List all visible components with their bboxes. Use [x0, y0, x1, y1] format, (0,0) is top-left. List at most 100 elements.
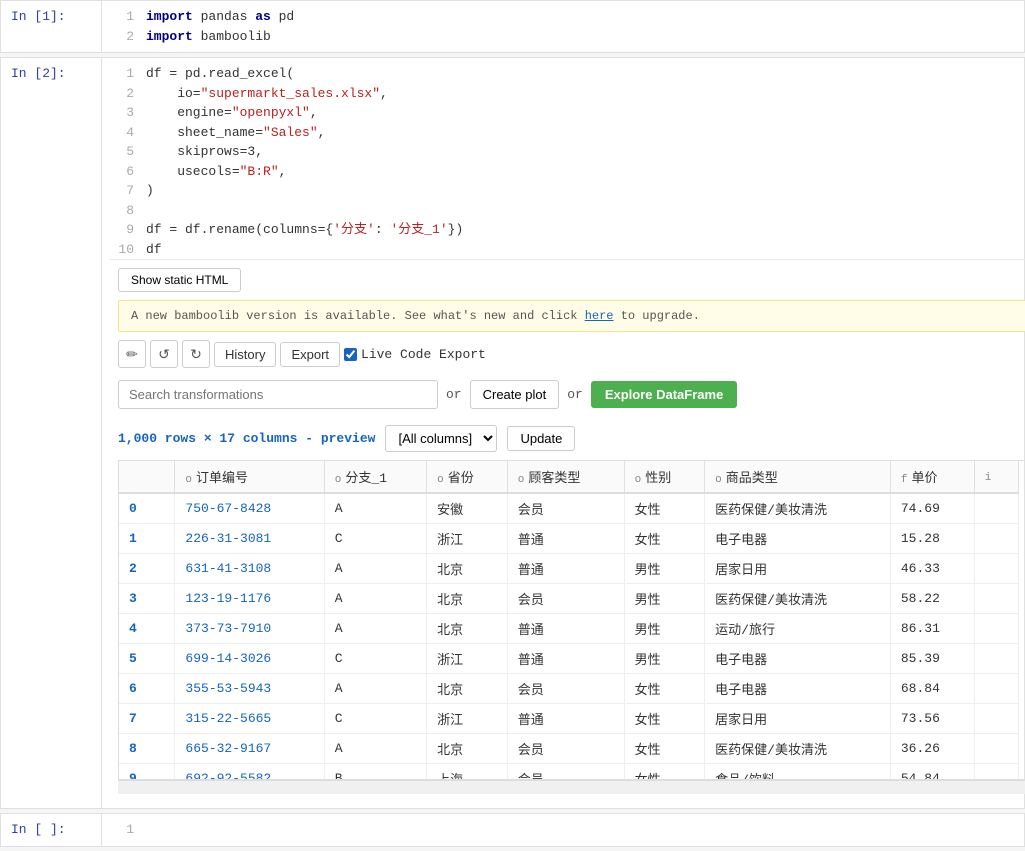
table-cell: 0	[119, 493, 175, 524]
explore-dataframe-button[interactable]: Explore DataFrame	[591, 381, 738, 408]
code-text: df = df.rename(columns={'分支': '分支_1'})	[146, 220, 463, 240]
table-cell: 7	[119, 704, 175, 734]
table-cell: 750-67-8428	[175, 493, 324, 524]
table-cell: 电子电器	[705, 524, 891, 554]
table-cell: A	[324, 493, 426, 524]
table-cell: A	[324, 554, 426, 584]
table-cell: 普通	[507, 644, 624, 674]
undo-icon-button[interactable]: ↺	[150, 340, 178, 368]
table-cell: 普通	[507, 524, 624, 554]
col-header-unit-price: f单价	[890, 461, 974, 493]
live-code-export-text: Live Code Export	[361, 347, 486, 362]
table-row: 7315-22-5665C浙江普通女性居家日用73.56	[119, 704, 1019, 734]
code-line: 2 import bamboolib	[110, 27, 1016, 47]
table-cell: 北京	[427, 674, 508, 704]
df-table: o订单编号 o分支_1 o省份 o顾客类型 o性别 o商品类型 f单价 i	[119, 461, 1019, 780]
table-cell: 会员	[507, 584, 624, 614]
table-cell: 女性	[624, 734, 705, 764]
cell-2: In [2]: 1df = pd.read_excel( 2 io="super…	[0, 57, 1025, 809]
search-transformations-input[interactable]	[118, 380, 438, 409]
table-cell: 会员	[507, 674, 624, 704]
table-cell: 食品/饮料	[705, 764, 891, 781]
table-cell: 女性	[624, 704, 705, 734]
table-cell: 医药保健/美妆清洗	[705, 493, 891, 524]
line-number: 9	[110, 220, 134, 240]
live-code-export-checkbox[interactable]	[344, 348, 357, 361]
table-row: 6355-53-5943A北京会员女性电子电器68.84	[119, 674, 1019, 704]
live-code-export-label[interactable]: Live Code Export	[344, 347, 486, 362]
table-cell: 安徽	[427, 493, 508, 524]
table-cell	[974, 554, 1018, 584]
table-cell: 699-14-3026	[175, 644, 324, 674]
redo-icon-button[interactable]: ↻	[182, 340, 210, 368]
table-cell: 58.22	[890, 584, 974, 614]
empty-cell-code[interactable]: 1	[101, 814, 1024, 846]
export-button[interactable]: Export	[280, 342, 340, 367]
pencil-icon-button[interactable]: ✏	[118, 340, 146, 368]
line-number: 5	[110, 142, 134, 162]
table-cell: C	[324, 524, 426, 554]
or-text-2: or	[567, 387, 583, 402]
line-number: 1	[110, 7, 134, 27]
columns-select[interactable]: [All columns]	[385, 425, 497, 452]
banner-text-end: to upgrade.	[614, 309, 700, 323]
update-button[interactable]: Update	[507, 426, 575, 451]
code-text: skiprows=3,	[146, 142, 263, 162]
table-cell: 54.84	[890, 764, 974, 781]
table-cell	[974, 524, 1018, 554]
table-cell: 73.56	[890, 704, 974, 734]
table-row: 2631-41-3108A北京普通男性居家日用46.33	[119, 554, 1019, 584]
code-text: io="supermarkt_sales.xlsx",	[146, 84, 388, 104]
col-header-gender: o性别	[624, 461, 705, 493]
df-table-wrapper[interactable]: o订单编号 o分支_1 o省份 o顾客类型 o性别 o商品类型 f单价 i	[118, 460, 1025, 780]
create-plot-button[interactable]: Create plot	[470, 380, 560, 409]
col-header-customer-type: o顾客类型	[507, 461, 624, 493]
table-cell	[974, 704, 1018, 734]
cell-2-code[interactable]: 1df = pd.read_excel( 2 io="supermarkt_sa…	[101, 58, 1025, 808]
table-cell	[974, 614, 1018, 644]
table-cell: 上海	[427, 764, 508, 781]
table-cell: 女性	[624, 764, 705, 781]
line-number: 2	[110, 84, 134, 104]
table-cell: 普通	[507, 704, 624, 734]
code-line: 1	[110, 820, 1016, 840]
table-cell: 会员	[507, 493, 624, 524]
history-button[interactable]: History	[214, 342, 276, 367]
show-static-html-button[interactable]: Show static HTML	[118, 268, 241, 292]
code-text: df	[146, 240, 162, 260]
table-cell: 85.39	[890, 644, 974, 674]
col-header-order-id: o订单编号	[175, 461, 324, 493]
table-cell: 665-32-9167	[175, 734, 324, 764]
code-text: import bamboolib	[146, 27, 271, 47]
table-cell: 普通	[507, 614, 624, 644]
table-cell: 46.33	[890, 554, 974, 584]
table-header-row: o订单编号 o分支_1 o省份 o顾客类型 o性别 o商品类型 f单价 i	[119, 461, 1019, 493]
horizontal-scrollbar[interactable]	[118, 780, 1025, 794]
table-cell: 355-53-5943	[175, 674, 324, 704]
table-cell: 北京	[427, 554, 508, 584]
table-cell: B	[324, 764, 426, 781]
table-cell: 74.69	[890, 493, 974, 524]
table-cell: 男性	[624, 644, 705, 674]
cell-1-code[interactable]: 1 import pandas as pd 2 import bamboolib	[101, 1, 1024, 52]
table-cell: 6	[119, 674, 175, 704]
cell-1: In [1]: 1 import pandas as pd 2 import b…	[0, 0, 1025, 53]
table-cell	[974, 674, 1018, 704]
table-cell: A	[324, 734, 426, 764]
table-cell: 浙江	[427, 644, 508, 674]
table-cell: 女性	[624, 524, 705, 554]
code-text: sheet_name="Sales",	[146, 123, 325, 143]
table-row: 0750-67-8428A安徽会员女性医药保健/美妆清洗74.69	[119, 493, 1019, 524]
table-cell	[974, 584, 1018, 614]
col-header-index	[119, 461, 175, 493]
table-cell: A	[324, 674, 426, 704]
col-header-extra: i	[974, 461, 1018, 493]
table-cell: 医药保健/美妆清洗	[705, 584, 891, 614]
table-cell: 运动/旅行	[705, 614, 891, 644]
table-cell: 北京	[427, 614, 508, 644]
toolbar: ✏ ↺ ↻ History Export Live Code Export	[118, 340, 1025, 368]
code-text: df = pd.read_excel(	[146, 64, 294, 84]
table-cell: 普通	[507, 554, 624, 584]
upgrade-link[interactable]: here	[585, 309, 614, 323]
code-line: 1 import pandas as pd	[110, 7, 1016, 27]
